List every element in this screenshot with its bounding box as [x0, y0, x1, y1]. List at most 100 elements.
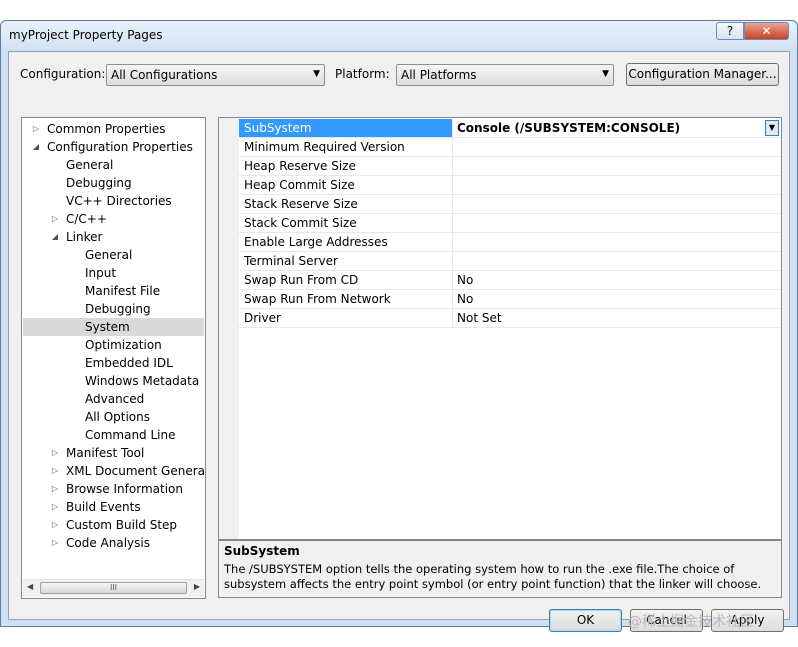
tree-item-label: C/C++	[66, 212, 107, 226]
tree-item-label: Code Analysis	[66, 536, 150, 550]
tree-item-label: XML Document Generator	[66, 464, 206, 478]
column-divider	[452, 233, 453, 251]
tree-item-label: Browse Information	[66, 482, 183, 496]
property-pages-dialog: myProject Property Pages ? ✕ Configurati…	[0, 20, 798, 632]
tree-collapsed-icon[interactable]: ▷	[50, 462, 60, 480]
description-text: The /SUBSYSTEM option tells the operatin…	[224, 562, 762, 591]
property-row[interactable]: Stack Reserve Size	[239, 195, 781, 214]
chevron-down-icon: ▼	[602, 69, 609, 79]
column-divider	[452, 119, 453, 137]
scroll-left-icon[interactable]: ◀	[27, 582, 33, 591]
tree-expanded-icon[interactable]: ◢	[50, 228, 60, 246]
property-row[interactable]: Driver Not Set	[239, 309, 781, 328]
tree-item-label: Optimization	[85, 338, 162, 352]
property-row[interactable]: Heap Commit Size	[239, 176, 781, 195]
tree-item[interactable]: Advanced	[23, 390, 204, 408]
property-row[interactable]: Terminal Server	[239, 252, 781, 271]
tree-item[interactable]: ▷ XML Document Generator	[23, 462, 206, 480]
property-name: Swap Run From CD	[244, 273, 359, 287]
tree-item[interactable]: ▷ Manifest Tool	[23, 444, 204, 462]
tree-item[interactable]: ▷ C/C++	[23, 210, 204, 228]
tree-item-label: VC++ Directories	[66, 194, 172, 208]
property-value: No	[457, 292, 474, 306]
tree-item-label: Build Events	[66, 500, 141, 514]
tree-expanded-icon[interactable]: ◢	[31, 138, 41, 156]
property-name: SubSystem	[244, 121, 312, 135]
tree-item[interactable]: Optimization	[23, 336, 204, 354]
configuration-value: All Configurations	[111, 68, 218, 82]
tree-item-label: All Options	[85, 410, 150, 424]
tree-item-label: Debugging	[66, 176, 132, 190]
tree-item-label: General	[66, 158, 114, 172]
tree-item[interactable]: Input	[23, 264, 204, 282]
tree-item[interactable]: Embedded IDL	[23, 354, 204, 372]
tree-item-label: Custom Build Step	[66, 518, 178, 532]
help-button[interactable]: ?	[716, 22, 744, 40]
tree-item[interactable]: Debugging	[23, 300, 204, 318]
scroll-thumb[interactable]: III	[40, 582, 187, 594]
property-grid[interactable]: SubSystem Console (/SUBSYSTEM:CONSOLE) ▼ Mi…	[218, 117, 782, 540]
configuration-manager-button[interactable]: Configuration Manager...	[626, 63, 779, 86]
property-row[interactable]: Swap Run From Network No	[239, 290, 781, 309]
scroll-right-icon[interactable]: ▶	[194, 582, 200, 591]
tree-item-label: Linker	[66, 230, 103, 244]
tree-collapsed-icon[interactable]: ▷	[50, 480, 60, 498]
platform-dropdown[interactable]: All Platforms ▼	[396, 64, 614, 86]
property-tree[interactable]: ▷ Common Properties ◢ Configuration Propert…	[21, 117, 206, 599]
ok-button[interactable]: OK	[549, 609, 622, 632]
tree-item[interactable]: System	[23, 318, 204, 336]
tree-collapsed-icon[interactable]: ▷	[31, 120, 41, 138]
platform-value: All Platforms	[401, 68, 477, 82]
tree-item[interactable]: General	[23, 156, 204, 174]
tree-item[interactable]: Command Line	[23, 426, 204, 444]
tree-item[interactable]: Debugging	[23, 174, 204, 192]
tree-collapsed-icon[interactable]: ▷	[50, 534, 60, 552]
tree-item[interactable]: VC++ Directories	[23, 192, 204, 210]
value-dropdown-icon[interactable]: ▼	[765, 120, 779, 136]
tree-item-label: Command Line	[85, 428, 176, 442]
tree-item[interactable]: ▷ Custom Build Step	[23, 516, 204, 534]
tree-item-label: Configuration Properties	[47, 140, 193, 154]
property-row[interactable]: Stack Commit Size	[239, 214, 781, 233]
tree-collapsed-icon[interactable]: ▷	[50, 498, 60, 516]
property-row[interactable]: Minimum Required Version	[239, 138, 781, 157]
window-title: myProject Property Pages	[9, 28, 163, 42]
tree-item[interactable]: General	[23, 246, 204, 264]
property-name: Minimum Required Version	[244, 140, 405, 154]
tree-collapsed-icon[interactable]: ▷	[50, 516, 60, 534]
tree-item-label: Manifest File	[85, 284, 161, 298]
configuration-dropdown[interactable]: All Configurations ▼	[106, 64, 325, 86]
tree-item[interactable]: Windows Metadata	[23, 372, 204, 390]
property-name: Enable Large Addresses	[244, 235, 388, 249]
property-row[interactable]: SubSystem Console (/SUBSYSTEM:CONSOLE) ▼	[239, 119, 781, 138]
property-name: Stack Reserve Size	[244, 197, 358, 211]
tree-item[interactable]: ◢ Linker	[23, 228, 204, 246]
tree-collapsed-icon[interactable]: ▷	[50, 210, 60, 228]
property-name: Swap Run From Network	[244, 292, 391, 306]
property-row[interactable]: Heap Reserve Size	[239, 157, 781, 176]
tree-item-label: Manifest Tool	[66, 446, 145, 460]
tree-item-label: Embedded IDL	[85, 356, 173, 370]
tree-horizontal-scrollbar[interactable]: ◀ III ▶	[23, 579, 204, 597]
tree-item[interactable]: ▷ Browse Information	[23, 480, 204, 498]
tree-item-label: System	[85, 320, 130, 334]
property-row[interactable]: Enable Large Addresses	[239, 233, 781, 252]
grid-gutter	[219, 118, 239, 539]
close-button[interactable]: ✕	[744, 22, 789, 40]
tree-item[interactable]: ▷ Common Properties	[23, 120, 204, 138]
tree-item[interactable]: Manifest File	[23, 282, 204, 300]
tree-item[interactable]: All Options	[23, 408, 204, 426]
dialog-client-area: Configuration: All Configurations ▼ Plat…	[8, 51, 790, 632]
tree-item[interactable]: ▷ Build Events	[23, 498, 204, 516]
title-bar[interactable]: myProject Property Pages ? ✕	[1, 21, 797, 49]
tree-collapsed-icon[interactable]: ▷	[50, 444, 60, 462]
column-divider	[452, 176, 453, 194]
watermark: @稀土掘金技术社区	[628, 614, 754, 630]
description-title: SubSystem	[224, 544, 300, 558]
property-row[interactable]: Swap Run From CD No	[239, 271, 781, 290]
tree-item[interactable]: ▷ Code Analysis	[23, 534, 204, 552]
platform-label: Platform:	[335, 67, 390, 81]
column-divider	[452, 309, 453, 327]
tree-item-label: Input	[85, 266, 117, 280]
tree-item[interactable]: ◢ Configuration Properties	[23, 138, 204, 156]
